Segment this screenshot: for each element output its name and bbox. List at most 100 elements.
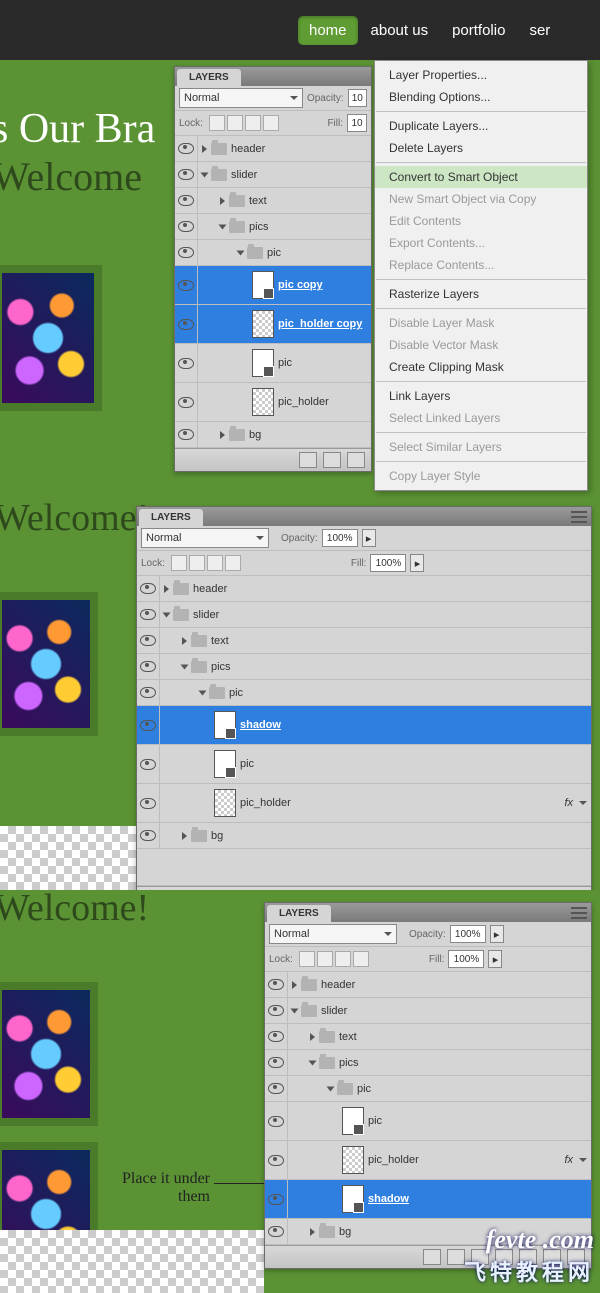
eye-icon[interactable] [268, 1116, 284, 1127]
fill-value[interactable]: 10 [347, 114, 367, 132]
disclosure-arrow-icon[interactable] [182, 832, 187, 840]
eye-icon[interactable] [140, 830, 156, 841]
disclosure-arrow-icon[interactable] [182, 637, 187, 645]
layer-row[interactable]: pic copy [175, 266, 371, 305]
disclosure-arrow-icon[interactable] [201, 172, 209, 177]
layer-row[interactable]: pic [137, 745, 591, 784]
panel-menu-icon[interactable] [571, 511, 587, 523]
eye-icon[interactable] [178, 319, 194, 330]
eye-icon[interactable] [140, 661, 156, 672]
eye-icon[interactable] [178, 143, 194, 154]
nav-services[interactable]: ser [518, 16, 561, 45]
eye-icon[interactable] [178, 280, 194, 291]
fill-stepper[interactable]: ▸ [410, 554, 424, 572]
eye-icon[interactable] [140, 609, 156, 620]
layer-row[interactable]: pic [175, 344, 371, 383]
disclosure-arrow-icon[interactable] [327, 1086, 335, 1091]
fill-value[interactable]: 100% [448, 950, 484, 968]
eye-icon[interactable] [178, 195, 194, 206]
lock-pixels-icon[interactable] [227, 115, 243, 131]
fill-value[interactable]: 100% [370, 554, 406, 572]
blend-mode-dropdown[interactable]: Normal [141, 528, 269, 548]
disclosure-arrow-icon[interactable] [292, 981, 297, 989]
layer-row[interactable]: pic [137, 680, 591, 706]
eye-icon[interactable] [140, 798, 156, 809]
lock-all-icon[interactable] [263, 115, 279, 131]
eye-icon[interactable] [178, 247, 194, 258]
disclosure-arrow-icon[interactable] [310, 1033, 315, 1041]
eye-icon[interactable] [268, 1083, 284, 1094]
layer-row[interactable]: pic [265, 1076, 591, 1102]
eye-icon[interactable] [268, 1226, 284, 1237]
menu-item[interactable]: Link Layers [375, 385, 587, 407]
layer-row[interactable]: header [265, 972, 591, 998]
fx-icon[interactable] [447, 1249, 465, 1265]
disclosure-arrow-icon[interactable] [202, 145, 207, 153]
mask-icon[interactable] [347, 452, 365, 468]
fill-stepper[interactable]: ▸ [488, 950, 502, 968]
layer-row[interactable]: header [137, 576, 591, 602]
layer-row[interactable]: slider [265, 998, 591, 1024]
disclosure-arrow-icon[interactable] [309, 1060, 317, 1065]
blend-mode-dropdown[interactable]: Normal [269, 924, 397, 944]
layers-tab[interactable]: LAYERS [139, 509, 203, 526]
link-icon[interactable] [299, 452, 317, 468]
layer-row[interactable]: text [175, 188, 371, 214]
lock-position-icon[interactable] [207, 555, 223, 571]
eye-icon[interactable] [268, 1194, 284, 1205]
layer-row[interactable]: pics [265, 1050, 591, 1076]
menu-item[interactable]: Delete Layers [375, 137, 587, 159]
blend-mode-dropdown[interactable]: Normal [179, 88, 303, 108]
layer-row[interactable]: text [265, 1024, 591, 1050]
lock-pixels-icon[interactable] [317, 951, 333, 967]
lock-position-icon[interactable] [245, 115, 261, 131]
layer-row[interactable]: slider [137, 602, 591, 628]
lock-transparency-icon[interactable] [299, 951, 315, 967]
eye-icon[interactable] [268, 1005, 284, 1016]
disclosure-arrow-icon[interactable] [181, 664, 189, 669]
lock-position-icon[interactable] [335, 951, 351, 967]
layers-tab[interactable]: LAYERS [177, 69, 241, 86]
nav-about[interactable]: about us [360, 16, 440, 45]
disclosure-arrow-icon[interactable] [164, 585, 169, 593]
nav-portfolio[interactable]: portfolio [441, 16, 516, 45]
lock-all-icon[interactable] [225, 555, 241, 571]
disclosure-arrow-icon[interactable] [310, 1228, 315, 1236]
layer-row[interactable]: slider [175, 162, 371, 188]
link-icon[interactable] [423, 1249, 441, 1265]
disclosure-arrow-icon[interactable] [163, 612, 171, 617]
fx-icon[interactable] [323, 452, 341, 468]
opacity-stepper[interactable]: ▸ [362, 529, 376, 547]
lock-transparency-icon[interactable] [209, 115, 225, 131]
layer-row[interactable]: pics [175, 214, 371, 240]
opacity-value[interactable]: 10 [348, 89, 367, 107]
chevron-down-icon[interactable] [579, 801, 587, 805]
layer-row[interactable]: shadow [137, 706, 591, 745]
layer-row[interactable]: text [137, 628, 591, 654]
disclosure-arrow-icon[interactable] [220, 197, 225, 205]
opacity-value[interactable]: 100% [450, 925, 486, 943]
layers-tab[interactable]: LAYERS [267, 905, 331, 922]
menu-item[interactable]: Rasterize Layers [375, 283, 587, 305]
disclosure-arrow-icon[interactable] [219, 224, 227, 229]
eye-icon[interactable] [268, 1057, 284, 1068]
menu-item[interactable]: Convert to Smart Object [375, 166, 587, 188]
disclosure-arrow-icon[interactable] [220, 431, 225, 439]
eye-icon[interactable] [140, 759, 156, 770]
eye-icon[interactable] [268, 1155, 284, 1166]
layer-row[interactable]: pic [265, 1102, 591, 1141]
layer-row[interactable]: shadow [265, 1180, 591, 1219]
eye-icon[interactable] [178, 221, 194, 232]
eye-icon[interactable] [178, 429, 194, 440]
opacity-stepper[interactable]: ▸ [490, 925, 504, 943]
layer-row[interactable]: pic [175, 240, 371, 266]
disclosure-arrow-icon[interactable] [237, 250, 245, 255]
panel-menu-icon[interactable] [571, 907, 587, 919]
eye-icon[interactable] [178, 397, 194, 408]
chevron-down-icon[interactable] [579, 1158, 587, 1162]
nav-home[interactable]: home [298, 16, 358, 45]
disclosure-arrow-icon[interactable] [291, 1008, 299, 1013]
menu-item[interactable]: Blending Options... [375, 86, 587, 108]
menu-item[interactable]: Create Clipping Mask [375, 356, 587, 378]
opacity-value[interactable]: 100% [322, 529, 358, 547]
